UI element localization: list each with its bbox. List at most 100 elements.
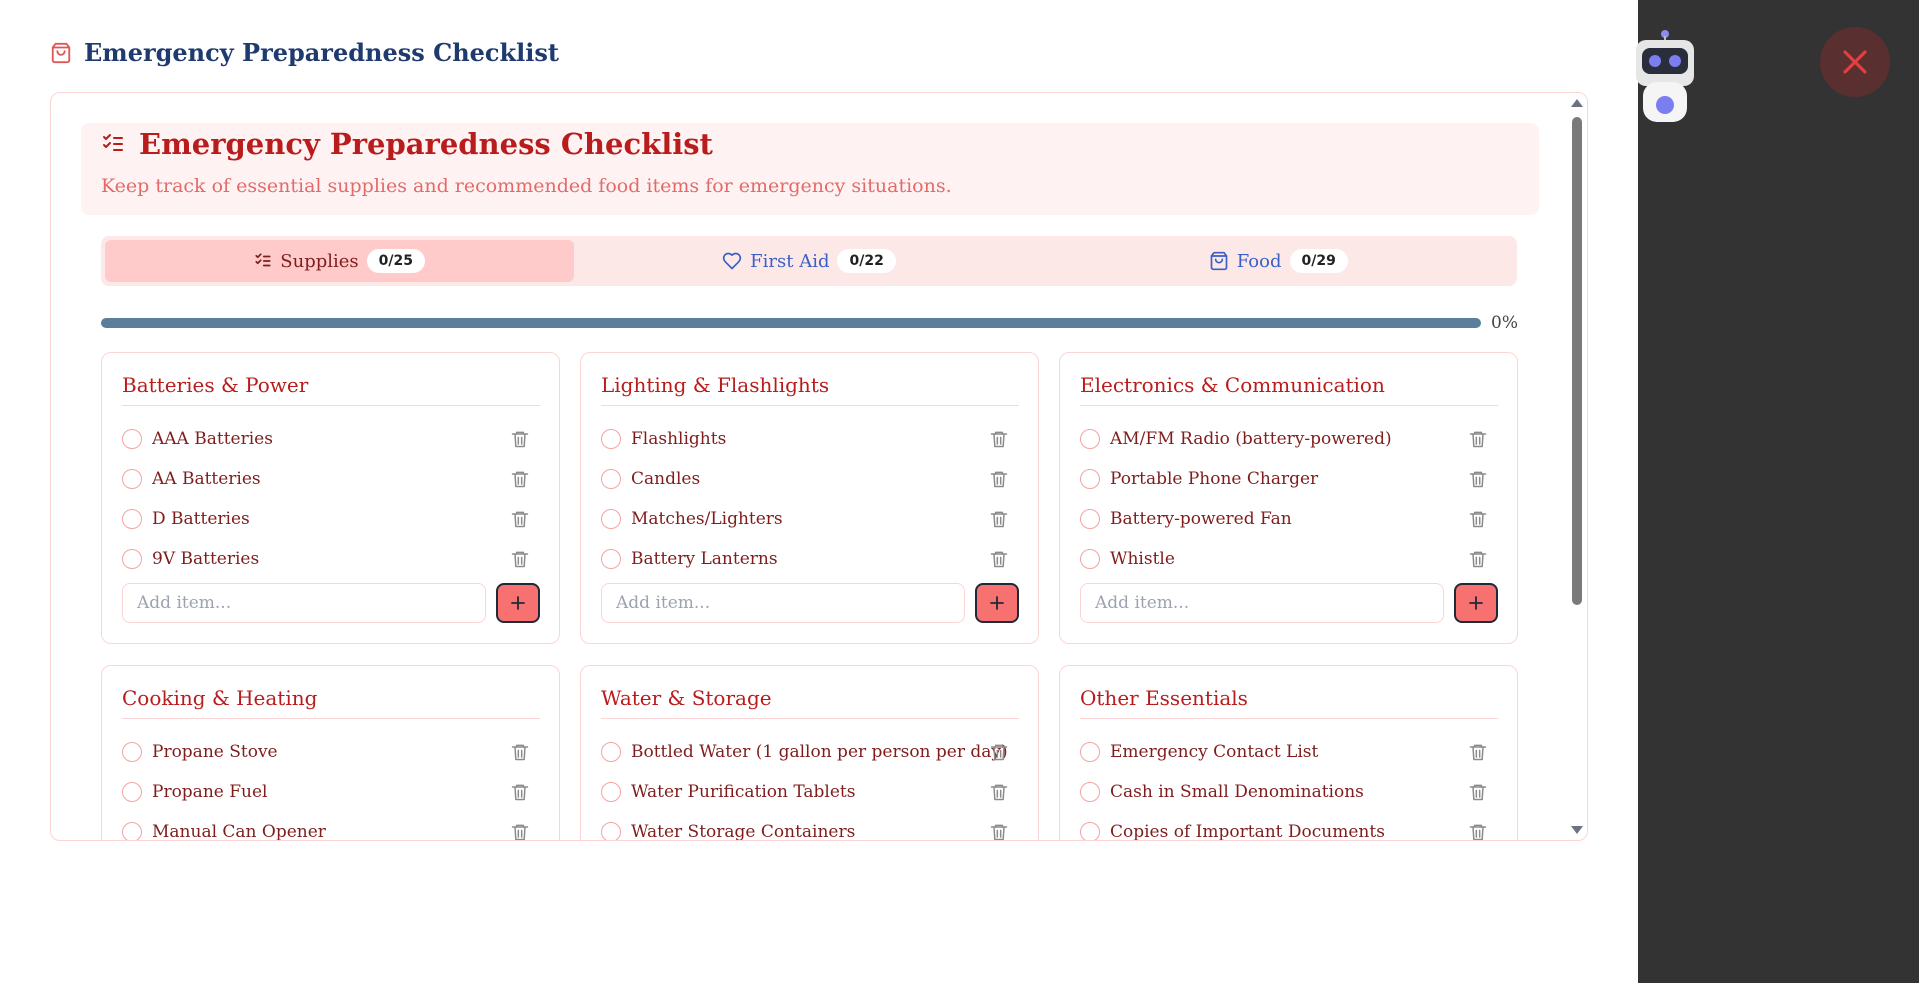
category-title: Other Essentials: [1080, 686, 1498, 719]
scroll-content: Emergency Preparedness Checklist Keep tr…: [51, 93, 1567, 840]
item-checkbox[interactable]: [122, 742, 142, 762]
tab-label: First Aid: [750, 250, 830, 272]
trash-icon[interactable]: [989, 429, 1009, 449]
item-list: AM/FM Radio (battery-powered) Portable Ph…: [1080, 419, 1498, 579]
list-item: Emergency Contact List: [1080, 732, 1498, 772]
item-checkbox[interactable]: [601, 549, 621, 569]
trash-icon[interactable]: [510, 429, 530, 449]
trash-icon[interactable]: [1468, 429, 1488, 449]
list-item: 9V Batteries: [122, 539, 540, 579]
item-checkbox[interactable]: [1080, 742, 1100, 762]
item-checkbox[interactable]: [122, 822, 142, 840]
list-item: Whistle: [1080, 539, 1498, 579]
add-item-input[interactable]: [601, 583, 965, 623]
add-item-button[interactable]: [1454, 583, 1498, 623]
add-item-input[interactable]: [1080, 583, 1444, 623]
item-label: Candles: [631, 469, 701, 489]
trash-icon[interactable]: [1468, 509, 1488, 529]
item-checkbox[interactable]: [122, 509, 142, 529]
item-list: Bottled Water (1 gallon per person per d…: [601, 732, 1019, 840]
item-checkbox[interactable]: [601, 469, 621, 489]
item-checkbox[interactable]: [122, 549, 142, 569]
checklist-page: Emergency Preparedness Checklist Emergen…: [0, 0, 1638, 983]
add-item-row: [122, 583, 540, 623]
trash-icon[interactable]: [1468, 469, 1488, 489]
item-checkbox[interactable]: [1080, 549, 1100, 569]
add-item-button[interactable]: [496, 583, 540, 623]
trash-icon[interactable]: [989, 822, 1009, 840]
shopping-bag-icon: [51, 42, 71, 63]
category-title: Water & Storage: [601, 686, 1019, 719]
item-label: Bottled Water (1 gallon per person per d…: [631, 742, 1008, 762]
trash-icon[interactable]: [510, 742, 530, 762]
item-label: Flashlights: [631, 429, 727, 449]
checklist-icon: [255, 253, 271, 267]
item-checkbox[interactable]: [601, 429, 621, 449]
add-item-button[interactable]: [975, 583, 1019, 623]
list-item: AM/FM Radio (battery-powered): [1080, 419, 1498, 459]
item-checkbox[interactable]: [1080, 782, 1100, 802]
trash-icon[interactable]: [1468, 549, 1488, 569]
item-checkbox[interactable]: [1080, 469, 1100, 489]
hero-subtitle: Keep track of essential supplies and rec…: [101, 175, 952, 197]
item-label: Water Storage Containers: [631, 822, 856, 840]
list-item: Manual Can Opener: [122, 812, 540, 840]
close-button[interactable]: [1820, 27, 1890, 97]
item-checkbox[interactable]: [1080, 822, 1100, 840]
checklist-frame: Emergency Preparedness Checklist Keep tr…: [50, 92, 1588, 841]
item-list: AAA Batteries AA Batteries D Batteries 9V B…: [122, 419, 540, 579]
item-label: Portable Phone Charger: [1110, 469, 1319, 489]
hero-banner: Emergency Preparedness Checklist Keep tr…: [81, 123, 1539, 215]
category-tabs: Supplies 0/25 First Aid 0/22 Food 0/29: [101, 236, 1517, 286]
item-checkbox[interactable]: [1080, 509, 1100, 529]
list-item: Bottled Water (1 gallon per person per d…: [601, 732, 1019, 772]
trash-icon[interactable]: [989, 549, 1009, 569]
item-label: 9V Batteries: [152, 549, 260, 569]
progress-bar: [101, 318, 1481, 328]
robot-assistant-icon[interactable]: [1630, 24, 1700, 128]
list-item: Battery-powered Fan: [1080, 499, 1498, 539]
tab-count-badge: 0/25: [366, 249, 426, 273]
item-checkbox[interactable]: [1080, 429, 1100, 449]
tab-first-aid[interactable]: First Aid 0/22: [574, 240, 1043, 282]
list-item: AA Batteries: [122, 459, 540, 499]
trash-icon[interactable]: [989, 509, 1009, 529]
trash-icon[interactable]: [1468, 742, 1488, 762]
item-checkbox[interactable]: [601, 782, 621, 802]
item-checkbox[interactable]: [122, 469, 142, 489]
trash-icon[interactable]: [510, 509, 530, 529]
trash-icon[interactable]: [510, 469, 530, 489]
item-checkbox[interactable]: [122, 429, 142, 449]
list-item: Propane Fuel: [122, 772, 540, 812]
item-checkbox[interactable]: [601, 509, 621, 529]
item-checkbox[interactable]: [601, 822, 621, 840]
trash-icon[interactable]: [510, 782, 530, 802]
page-header: Emergency Preparedness Checklist: [50, 38, 559, 67]
scrollbar[interactable]: [1567, 93, 1587, 840]
tab-supplies[interactable]: Supplies 0/25: [105, 240, 575, 282]
item-list: Emergency Contact List Cash in Small Deno…: [1080, 732, 1498, 840]
tab-food[interactable]: Food 0/29: [1044, 240, 1513, 282]
item-label: AM/FM Radio (battery-powered): [1110, 429, 1392, 449]
trash-icon[interactable]: [510, 549, 530, 569]
scroll-thumb[interactable]: [1572, 117, 1582, 605]
item-label: Battery-powered Fan: [1110, 509, 1292, 529]
item-checkbox[interactable]: [601, 742, 621, 762]
list-item: Flashlights: [601, 419, 1019, 459]
scroll-down-arrow-icon[interactable]: [1571, 826, 1583, 834]
category-card: Batteries & Power AAA Batteries AA Batteri…: [101, 352, 560, 644]
item-label: D Batteries: [152, 509, 250, 529]
trash-icon[interactable]: [989, 742, 1009, 762]
scroll-up-arrow-icon[interactable]: [1571, 99, 1583, 107]
trash-icon[interactable]: [989, 782, 1009, 802]
item-label: Whistle: [1110, 549, 1175, 569]
trash-icon[interactable]: [989, 469, 1009, 489]
item-label: Battery Lanterns: [631, 549, 778, 569]
trash-icon[interactable]: [1468, 782, 1488, 802]
trash-icon[interactable]: [510, 822, 530, 840]
add-item-input[interactable]: [122, 583, 486, 623]
item-checkbox[interactable]: [122, 782, 142, 802]
category-card: Electronics & Communication AM/FM Radio (…: [1059, 352, 1518, 644]
trash-icon[interactable]: [1468, 822, 1488, 840]
category-title: Cooking & Heating: [122, 686, 540, 719]
